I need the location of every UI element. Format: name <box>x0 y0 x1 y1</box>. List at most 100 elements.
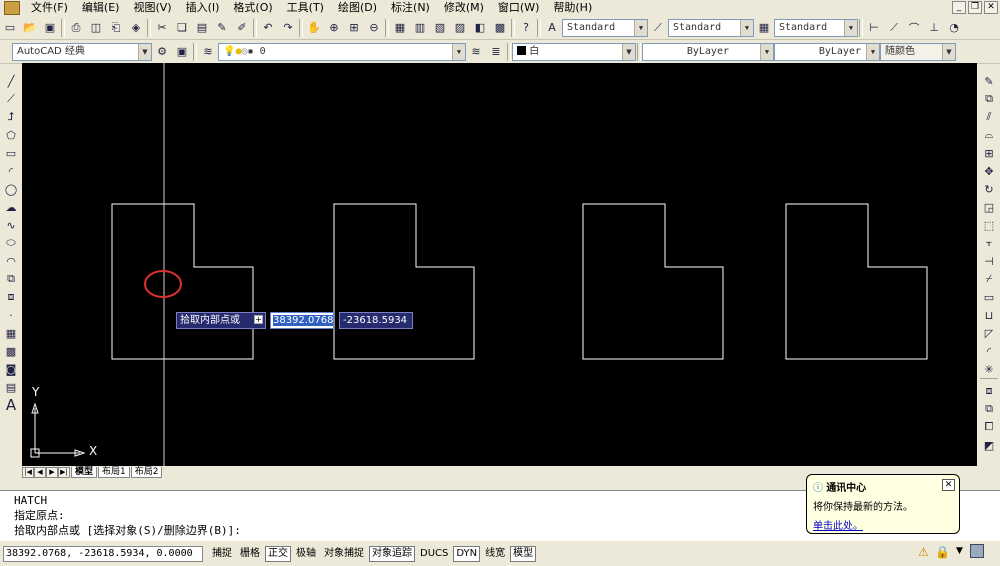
send-back-icon[interactable]: ⧠ <box>980 418 998 436</box>
linetype-select[interactable]: ByLayer ▼ <box>642 42 774 61</box>
bring-above-icon[interactable]: ◩ <box>980 436 998 454</box>
osnap-toggle[interactable]: 对象捕捉 <box>321 546 367 562</box>
tab-model[interactable]: 模型 <box>71 466 98 478</box>
polyline-icon[interactable]: ⮥ <box>2 108 20 126</box>
break-at-point-icon[interactable]: ⌿ <box>980 270 998 288</box>
line-icon[interactable]: ╱ <box>2 72 20 90</box>
calculator-icon[interactable]: ▩ <box>491 19 509 37</box>
menu-tools[interactable]: 工具(T) <box>280 1 331 15</box>
minimize-icon[interactable]: _ <box>952 1 966 14</box>
zoom-window-icon[interactable]: ⊞ <box>345 19 363 37</box>
menu-draw[interactable]: 绘图(D) <box>331 1 384 15</box>
scale-icon[interactable]: ◲ <box>980 198 998 216</box>
zoom-realtime-icon[interactable]: ⊕ <box>325 19 343 37</box>
restore-icon[interactable]: ❐ <box>968 1 982 14</box>
ortho-toggle[interactable]: 正交 <box>265 545 291 562</box>
menu-insert[interactable]: 插入(I) <box>179 1 227 15</box>
3d-icon[interactable]: ◈ <box>127 19 145 37</box>
tab-layout1[interactable]: 布局1 <box>98 466 130 478</box>
last-tab-icon[interactable]: ▶| <box>58 466 70 478</box>
ordinate-dim-icon[interactable]: ⊥ <box>925 19 943 37</box>
make-current-layer-icon[interactable]: ≋ <box>467 43 485 61</box>
chamfer-icon[interactable]: ◸ <box>980 324 998 342</box>
copy-object-icon[interactable]: ⧉ <box>980 90 998 108</box>
warning-icon[interactable]: ⚠ <box>918 545 929 559</box>
drawing-canvas[interactable]: Y X <box>22 63 977 466</box>
tab-layout2[interactable]: 布局2 <box>130 466 163 478</box>
model-toggle[interactable]: 模型 <box>510 545 537 562</box>
workspace-settings-icon[interactable]: ⚙ <box>153 43 171 61</box>
copy-icon[interactable]: ❏ <box>173 19 191 37</box>
lock-icon[interactable]: 🔒 <box>935 545 950 559</box>
text-style-select[interactable]: Standard ▼ <box>562 18 648 37</box>
sheet-set-icon[interactable]: ▨ <box>451 19 469 37</box>
move-icon[interactable]: ✥ <box>980 162 998 180</box>
rectangle-icon[interactable]: ▭ <box>2 144 20 162</box>
gradient-icon[interactable]: ▩ <box>2 342 20 360</box>
array-icon[interactable]: ⊞ <box>980 144 998 162</box>
linear-dim-icon[interactable]: ⊢ <box>865 19 883 37</box>
join-icon[interactable]: ⊔ <box>980 306 998 324</box>
dynamic-input-y-field[interactable]: -23618.5934 <box>339 312 413 329</box>
dim-style-select[interactable]: Standard ▼ <box>668 18 754 37</box>
mirror-icon[interactable]: ⫽ <box>980 108 998 126</box>
plot-icon[interactable]: ⎙ <box>67 19 85 37</box>
menu-format[interactable]: 格式(O) <box>226 1 279 15</box>
lineweight-select[interactable]: ByLayer ▼ <box>774 42 880 61</box>
properties-icon[interactable]: ▦ <box>391 19 409 37</box>
make-block-icon[interactable]: ⧈ <box>2 288 20 306</box>
arc-dim-icon[interactable]: ⌒ <box>905 19 923 37</box>
construction-line-icon[interactable]: ⟋ <box>2 90 20 108</box>
close-icon[interactable]: ✕ <box>984 1 998 14</box>
mtext-icon[interactable]: A <box>2 396 20 414</box>
erase-icon[interactable]: ✎ <box>980 72 998 90</box>
balloon-link[interactable]: 单击此处。 <box>813 521 863 532</box>
menu-modify[interactable]: 修改(M) <box>437 1 491 15</box>
tool-palettes-icon[interactable]: ▧ <box>431 19 449 37</box>
color-select[interactable]: 白 ▼ <box>512 42 636 61</box>
rotate-icon[interactable]: ↻ <box>980 180 998 198</box>
menu-help[interactable]: 帮助(H) <box>546 1 599 15</box>
menu-dimension[interactable]: 标注(N) <box>384 1 437 15</box>
trim-icon[interactable]: ⫟ <box>980 234 998 252</box>
block-editor-icon[interactable]: ✐ <box>233 19 251 37</box>
redo-icon[interactable]: ↷ <box>279 19 297 37</box>
close-icon[interactable]: ✕ <box>942 479 955 491</box>
undo-icon[interactable]: ↶ <box>259 19 277 37</box>
snap-toggle[interactable]: 捕捉 <box>209 546 235 562</box>
menu-view[interactable]: 视图(V) <box>126 1 178 15</box>
bring-front-icon[interactable]: ⧉ <box>980 400 998 418</box>
menu-file[interactable]: 文件(F) <box>24 1 75 15</box>
draw-order-icon[interactable]: ⧈ <box>980 382 998 400</box>
coordinates-display[interactable]: 38392.0768, -23618.5934, 0.0000 <box>3 545 203 562</box>
clean-screen-icon[interactable] <box>970 544 984 558</box>
aligned-dim-icon[interactable]: ⟋ <box>885 19 903 37</box>
extend-icon[interactable]: ⊣ <box>980 252 998 270</box>
l-shape-4[interactable] <box>785 203 928 360</box>
table-style-select[interactable]: Standard ▼ <box>774 18 858 37</box>
otrack-toggle[interactable]: 对象追踪 <box>369 545 415 562</box>
insert-block-icon[interactable]: ⧉ <box>2 270 20 288</box>
new-icon[interactable]: ▭ <box>1 19 19 37</box>
open-icon[interactable]: 📂 <box>21 19 39 37</box>
revcloud-icon[interactable]: ☁ <box>2 198 20 216</box>
dynamic-input-x-field[interactable]: 38392.0768 <box>270 312 334 329</box>
polar-toggle[interactable]: 极轴 <box>293 546 319 562</box>
region-icon[interactable]: ◙ <box>2 360 20 378</box>
expand-options-icon[interactable]: + <box>254 315 263 324</box>
layer-select[interactable]: 💡●◎▪ 0 ▼ <box>218 42 466 61</box>
grid-toggle[interactable]: 栅格 <box>237 546 263 562</box>
text-style-icon[interactable]: A <box>543 19 561 37</box>
lineweight-toggle[interactable]: 线宽 <box>482 546 508 562</box>
paste-icon[interactable]: ▤ <box>193 19 211 37</box>
polygon-icon[interactable]: ⬠ <box>2 126 20 144</box>
dyn-toggle[interactable]: DYN <box>453 545 481 562</box>
point-icon[interactable]: · <box>2 306 20 324</box>
ellipse-icon[interactable]: ⬭ <box>2 234 20 252</box>
workspace-select[interactable]: AutoCAD 经典 ▼ <box>12 42 152 61</box>
first-tab-icon[interactable]: |◀ <box>22 466 34 478</box>
plotstyle-select[interactable]: 随颜色 ▼ <box>880 42 956 61</box>
menu-edit[interactable]: 编辑(E) <box>75 1 127 15</box>
layer-manager-icon[interactable]: ≋ <box>199 43 217 61</box>
zoom-previous-icon[interactable]: ⊖ <box>365 19 383 37</box>
